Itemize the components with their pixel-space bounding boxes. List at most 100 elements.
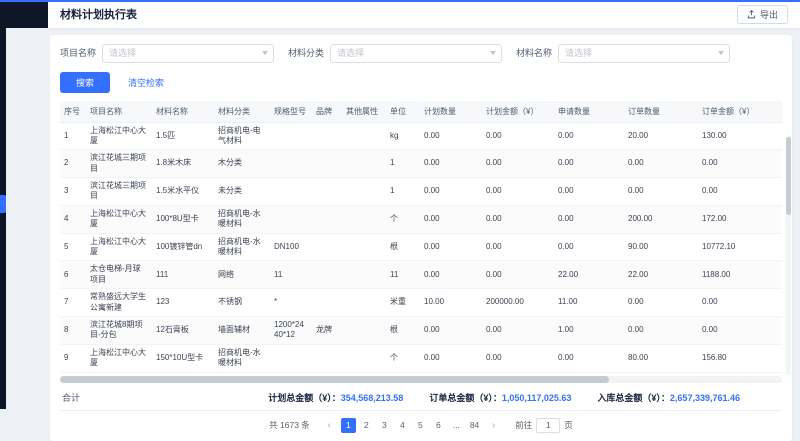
table-cell: 0.00 xyxy=(698,150,782,178)
table-cell: 0.00 xyxy=(554,150,624,178)
horizontal-scrollbar[interactable] xyxy=(60,376,782,383)
table-cell: 0.00 xyxy=(482,178,554,206)
table-cell: 12石膏板 xyxy=(152,316,214,344)
main-card: 项目名称 材料分类 材料名称 xyxy=(50,35,792,441)
filter-project-name: 项目名称 xyxy=(60,43,274,63)
table-row: 3滨江花城三期项目1.5米水平仪未分类10.000.000.000.000.00 xyxy=(60,178,782,206)
table-cell: 常熟盛远大学生公寓新建 xyxy=(86,289,152,317)
vertical-scrollbar[interactable] xyxy=(786,135,791,375)
filter-material-category-select[interactable] xyxy=(330,43,502,63)
pagination-page-6[interactable]: 6 xyxy=(431,418,446,433)
table-cell xyxy=(312,150,342,178)
column-header: 单位 xyxy=(386,101,420,123)
table-cell: 滨江花城三期项目 xyxy=(86,150,152,178)
table-body: 1上海松江中心大厦1.5匹招商机电-电气材料kg0.000.000.0020.0… xyxy=(60,122,782,372)
pagination-page-84[interactable]: 84 xyxy=(467,418,482,433)
vertical-scrollbar-thumb[interactable] xyxy=(786,137,791,215)
table-cell: 10772.10 xyxy=(698,233,782,261)
content-area: 项目名称 材料分类 材料名称 xyxy=(6,28,800,409)
table-cell xyxy=(342,344,386,372)
table-cell: 招商机电-水暖材料 xyxy=(214,344,270,372)
pagination-prev-button[interactable]: ‹ xyxy=(322,418,337,433)
search-button[interactable]: 搜索 xyxy=(60,72,110,93)
table-cell: 3 xyxy=(60,178,86,206)
column-header: 序号 xyxy=(60,101,86,123)
summary-label: 合计 xyxy=(62,391,80,404)
table-cell: 木分类 xyxy=(214,150,270,178)
table-cell: 网络 xyxy=(214,261,270,289)
table-cell: 100*8U型卡 xyxy=(152,205,214,233)
pagination: 共 1673 条 ‹ 123456...84 › 前往 页 xyxy=(60,411,782,439)
table-header-row: 序号项目名称材料名称材料分类规格型号品牌其他属性单位计划数量计划金额（¥）申请数… xyxy=(60,101,782,123)
summary-totals: 计划总金额（¥）：354,568,213.58 订单总金额（¥）：1,050,1… xyxy=(268,391,780,404)
table-cell: 200.00 xyxy=(624,205,698,233)
table-cell: 9 xyxy=(60,344,86,372)
horizontal-scrollbar-thumb[interactable] xyxy=(60,376,609,383)
column-header: 订单数量 xyxy=(624,101,698,123)
table-cell: 123 xyxy=(152,289,214,317)
table-cell: 0.00 xyxy=(420,261,482,289)
inbound-total: 入库总金额（¥）：2,657,339,761.46 xyxy=(597,391,740,404)
table-cell: 0.00 xyxy=(420,178,482,206)
pagination-ellipsis[interactable]: ... xyxy=(449,418,464,433)
topbar: 材料计划执行表 导出 xyxy=(48,0,800,28)
pagination-page-1[interactable]: 1 xyxy=(341,418,356,433)
column-header: 计划金额（¥） xyxy=(482,101,554,123)
chevron-down-icon xyxy=(262,51,268,55)
pagination-goto: 前往 页 xyxy=(515,418,573,433)
goto-unit: 页 xyxy=(564,419,573,431)
table-cell: 0.00 xyxy=(624,150,698,178)
pagination-page-5[interactable]: 5 xyxy=(413,418,428,433)
goto-label: 前往 xyxy=(515,419,532,431)
planned-total-value: 354,568,213.58 xyxy=(341,393,404,403)
export-button[interactable]: 导出 xyxy=(737,5,788,24)
sidebar-logo-block xyxy=(0,0,48,28)
column-header: 其他属性 xyxy=(342,101,386,123)
table-row: 6太仓电梯-月球项目111网络11110.000.0022.0022.00118… xyxy=(60,261,782,289)
table-cell: 0.00 xyxy=(420,205,482,233)
table-cell: 上海松江中心大厦 xyxy=(86,205,152,233)
column-header: 品牌 xyxy=(312,101,342,123)
filter-project-name-input[interactable] xyxy=(102,44,274,63)
table-row: 9上海松江中心大厦150*10U型卡招商机电-水暖材料个0.000.000.00… xyxy=(60,344,782,372)
table-cell: 0.00 xyxy=(420,316,482,344)
table-cell: 172.00 xyxy=(698,205,782,233)
sidebar-expand-handle[interactable] xyxy=(0,195,6,213)
table-cell: 1 xyxy=(60,122,86,150)
table-cell: 8 xyxy=(60,316,86,344)
table-cell: 0.00 xyxy=(554,178,624,206)
table-cell xyxy=(312,261,342,289)
order-total-label: 订单总金额（¥）： xyxy=(429,393,502,403)
table-cell xyxy=(342,150,386,178)
top-progress-bar xyxy=(0,0,800,2)
table-cell xyxy=(342,205,386,233)
pagination-page-4[interactable]: 4 xyxy=(395,418,410,433)
table-cell: 0.00 xyxy=(482,150,554,178)
filter-material-name-input[interactable] xyxy=(558,44,730,63)
table-cell: 0.00 xyxy=(624,178,698,206)
filter-material-name-select[interactable] xyxy=(558,43,730,63)
table-cell: 招商机电-水暖材料 xyxy=(214,205,270,233)
pagination-page-3[interactable]: 3 xyxy=(377,418,392,433)
table-cell: 墙面辅材 xyxy=(214,316,270,344)
table-cell: 4 xyxy=(60,205,86,233)
export-button-label: 导出 xyxy=(760,8,778,21)
column-header: 材料分类 xyxy=(214,101,270,123)
filter-material-category: 材料分类 xyxy=(288,43,502,63)
pagination-next-button[interactable]: › xyxy=(486,418,501,433)
table-cell: 100镀锌管dn xyxy=(152,233,214,261)
table-cell xyxy=(270,205,312,233)
table-cell: 根 xyxy=(386,316,420,344)
column-header: 项目名称 xyxy=(86,101,152,123)
filter-project-name-select[interactable] xyxy=(102,43,274,63)
table-cell: 0.00 xyxy=(482,344,554,372)
table-cell: 滨江花城三期项目 xyxy=(86,178,152,206)
filter-material-category-input[interactable] xyxy=(330,44,502,63)
pagination-page-2[interactable]: 2 xyxy=(359,418,374,433)
table-cell xyxy=(342,289,386,317)
goto-page-input[interactable] xyxy=(536,418,560,433)
table-cell xyxy=(312,178,342,206)
table-cell: 0.00 xyxy=(482,316,554,344)
clear-search-link[interactable]: 清空检索 xyxy=(128,76,164,89)
order-total-value: 1,050,117,025.63 xyxy=(502,393,572,403)
